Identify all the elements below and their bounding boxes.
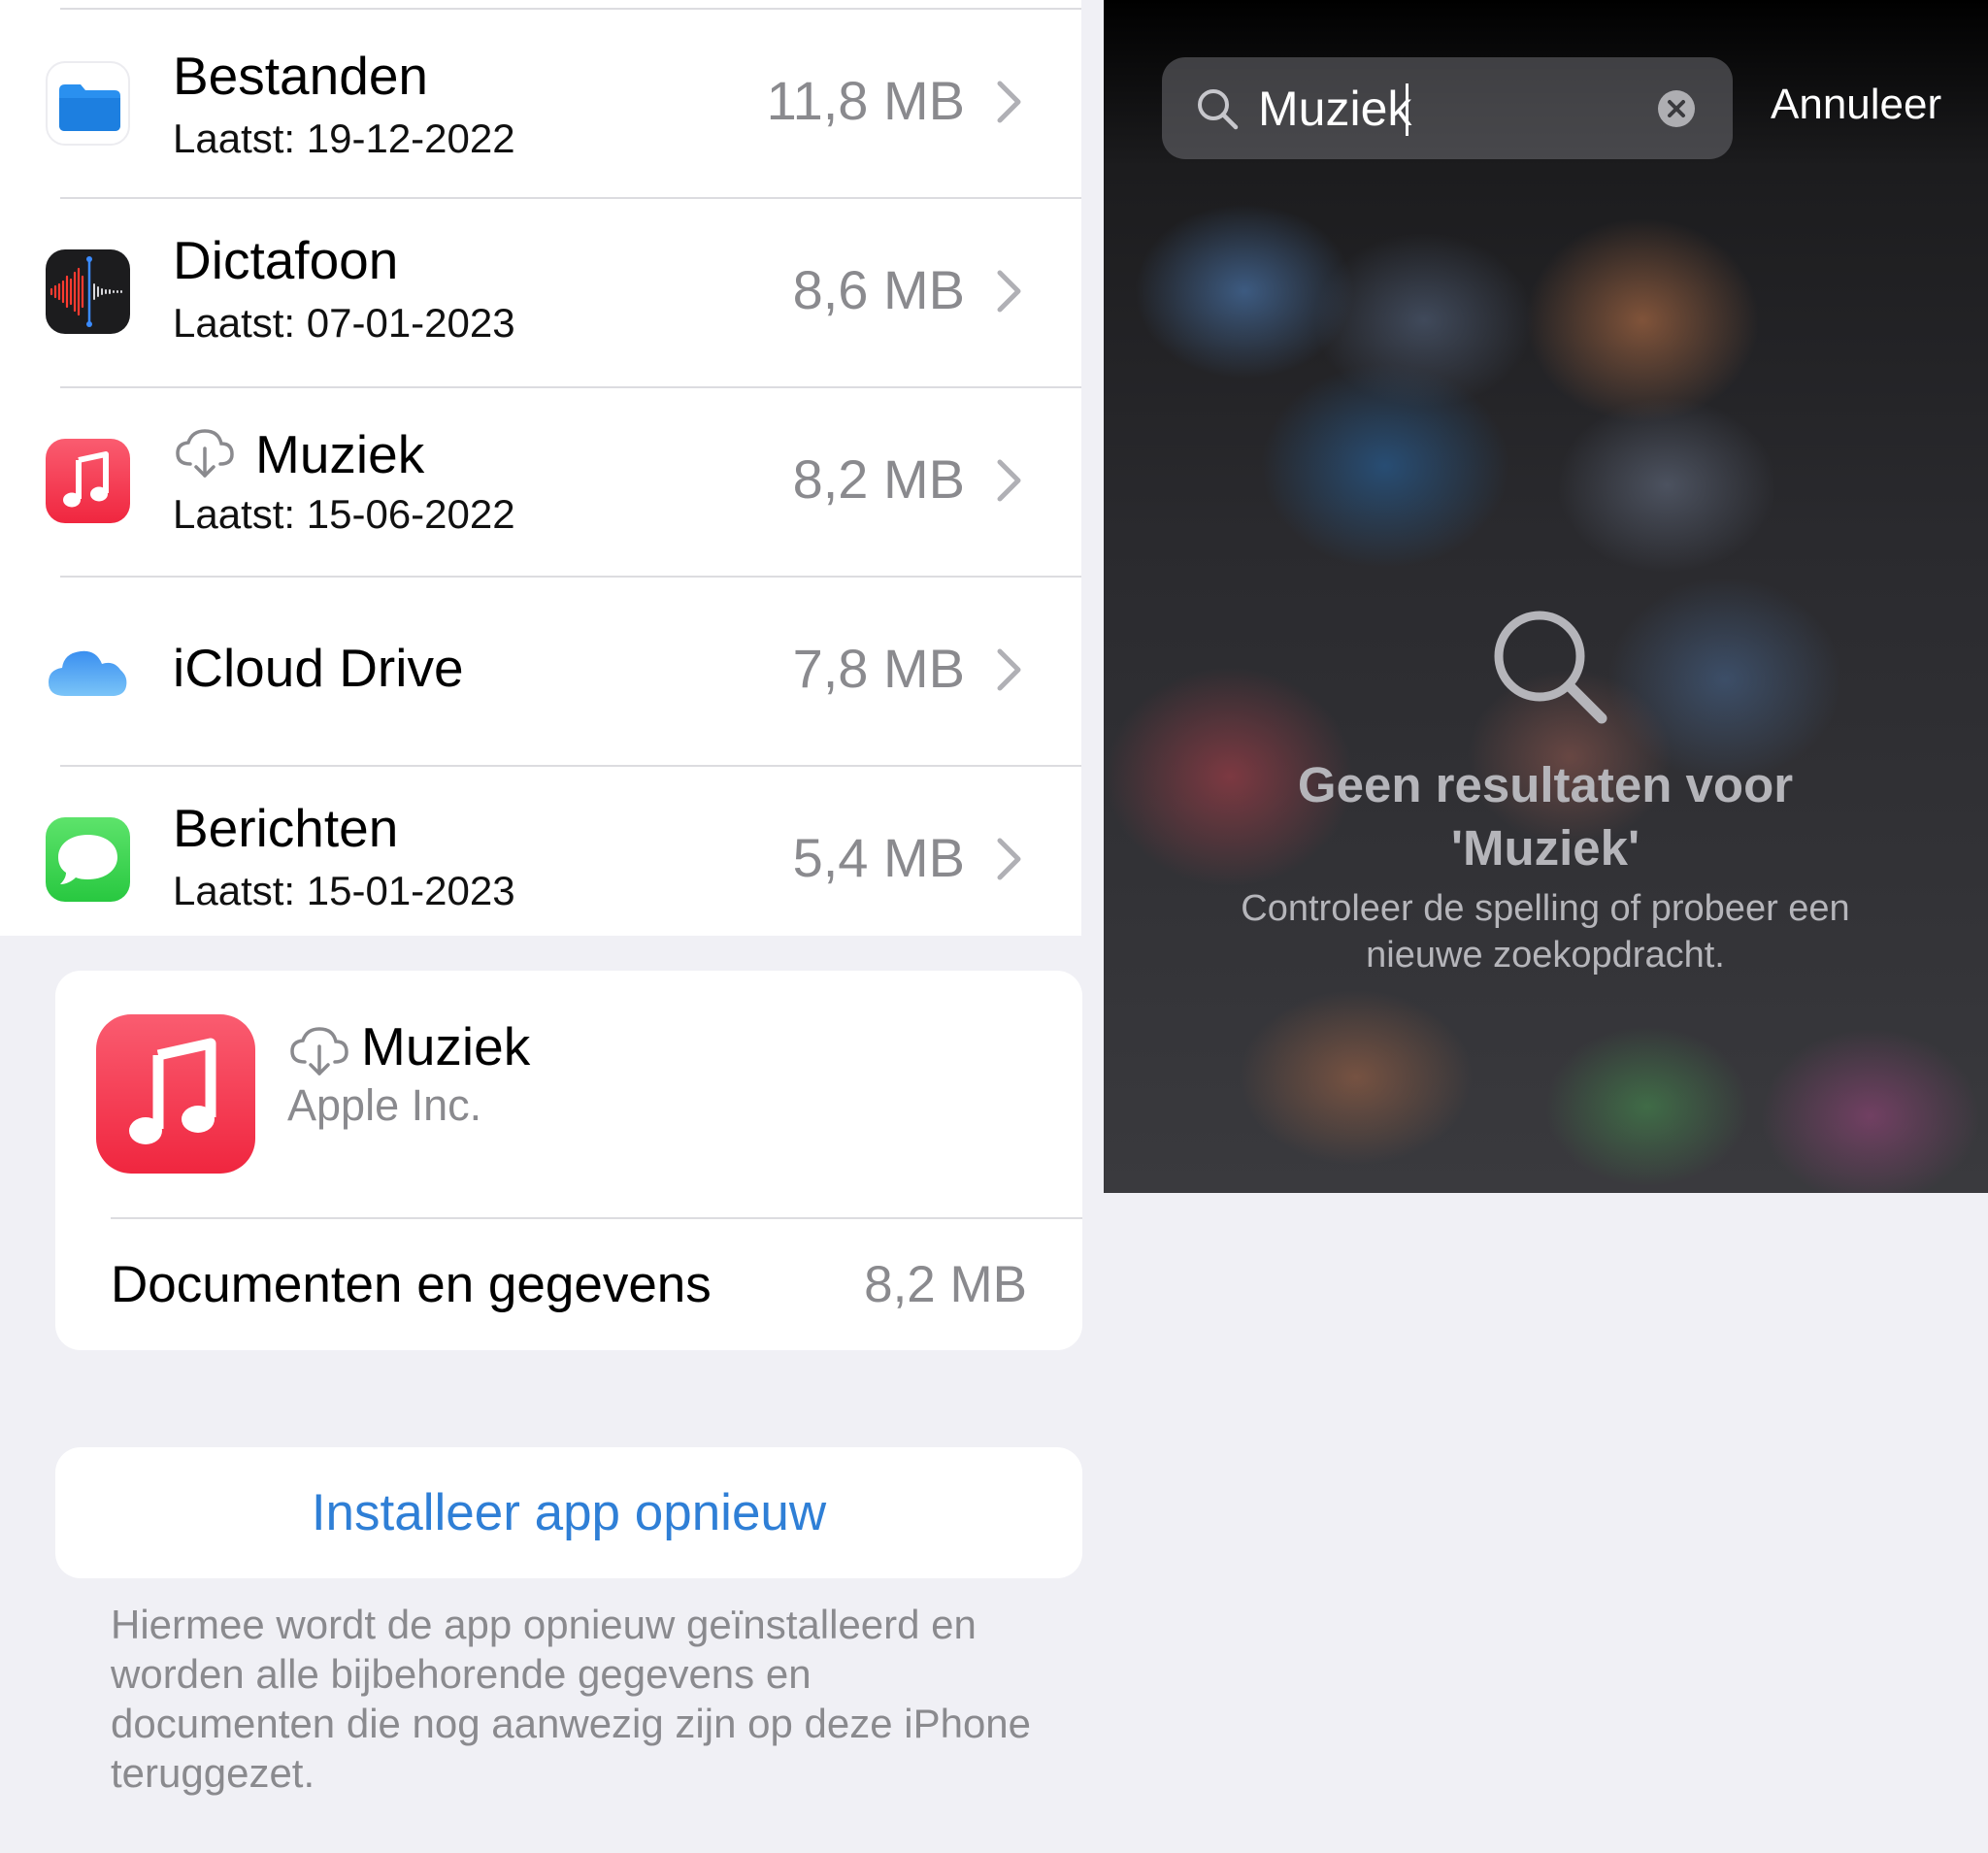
reinstall-app-button[interactable]: Installeer app opnieuw [55,1447,1082,1578]
chevron-right-icon [997,648,1021,691]
chevron-right-icon [997,81,1021,123]
app-name: Berichten [173,798,399,858]
music-icon [96,1014,255,1174]
app-detail-card: Muziek Apple Inc. Documenten en gegevens… [55,971,1082,1350]
no-results-hint: Controleer de spelling of probeer een ni… [1241,888,1850,976]
messages-icon [46,817,130,902]
row-separator [60,765,1081,767]
list-item[interactable]: Berichten Laatst: 15-01-2023 5,4 MB [0,765,1081,936]
search-icon [1198,89,1239,130]
app-size: 8,2 MB [792,448,965,510]
last-used-date: Laatst: 07-01-2023 [173,300,515,346]
documents-data-size: 8,2 MB [864,1256,1027,1313]
app-name: Bestanden [173,46,428,106]
row-separator [60,8,1081,10]
row-separator [60,576,1081,578]
cancel-button[interactable]: Annuleer [1771,81,1941,129]
app-title: Muziek [361,1016,531,1076]
text-cursor [1406,83,1408,136]
list-item[interactable]: iCloud Drive 7,8 MB [0,576,1081,765]
list-item[interactable]: Bestanden Laatst: 19-12-2022 11,8 MB [0,8,1081,197]
app-vendor: Apple Inc. [287,1080,482,1130]
app-name: iCloud Drive [173,638,464,698]
clear-search-button[interactable] [1658,90,1695,127]
music-icon [46,439,130,523]
documents-data-label: Documenten en gegevens [111,1256,712,1313]
chevron-right-icon [997,838,1021,880]
search-input[interactable] [1258,75,1666,143]
app-size: 11,8 MB [766,70,965,131]
row-separator [60,197,1081,199]
last-used-date: Laatst: 19-12-2022 [173,116,515,161]
icloud-icon [46,634,130,718]
list-item[interactable]: Dictafoon Laatst: 07-01-2023 8,6 MB [0,197,1081,386]
row-separator [60,386,1081,388]
app-size: 8,6 MB [792,259,965,320]
list-item[interactable]: Muziek Laatst: 15-06-2022 8,2 MB [0,386,1081,576]
close-icon [1668,100,1685,117]
no-results-title: Geen resultaten voor 'Muziek' [1297,757,1794,876]
search-bar[interactable] [1162,57,1733,159]
chevron-right-icon [997,270,1021,313]
spotlight-search-panel [1104,0,1988,1193]
files-folder-icon [46,61,130,146]
chevron-right-icon [997,459,1021,502]
voice-memos-icon [46,249,130,334]
app-name: Muziek [255,424,425,484]
search-icon [1494,611,1607,724]
cloud-download-icon [290,1027,348,1075]
reinstall-footnote: Hiermee wordt de app opnieuw geïnstallee… [111,1602,1032,1796]
cloud-download-icon [176,429,234,478]
app-size: 5,4 MB [792,827,965,888]
app-storage-list: Bestanden Laatst: 19-12-2022 11,8 MB Dic… [0,0,1081,936]
last-used-date: Laatst: 15-01-2023 [173,868,515,913]
last-used-date: Laatst: 15-06-2022 [173,491,515,537]
app-size: 7,8 MB [792,638,965,699]
row-separator [111,1217,1082,1219]
app-name: Dictafoon [173,230,399,290]
